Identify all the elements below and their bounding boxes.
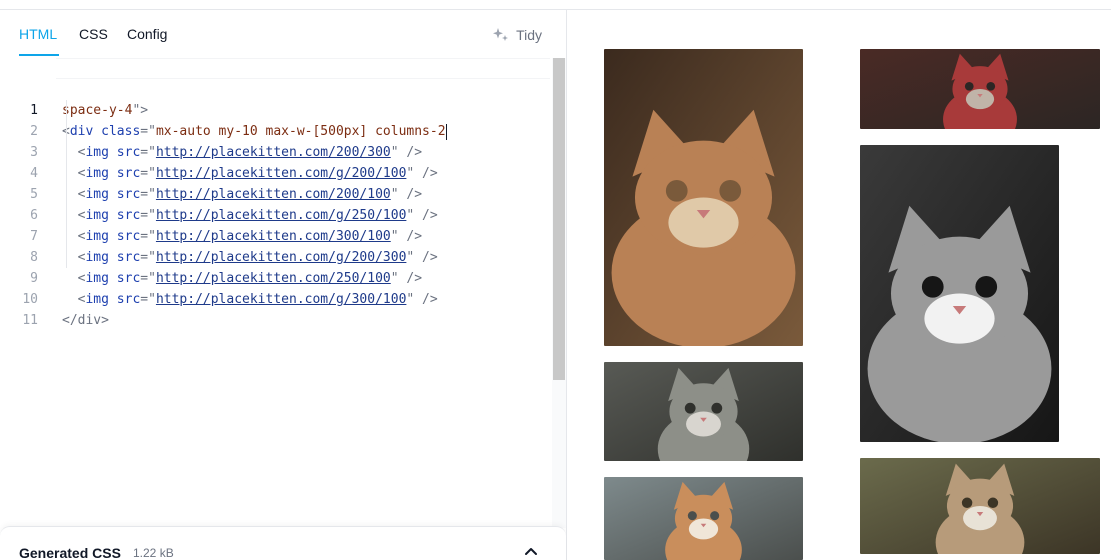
active-tab-indicator <box>19 54 59 56</box>
code-line: 9 <img src="http://placekitten.com/g/300… <box>0 247 552 307</box>
code-line: 10 </div> <box>0 268 552 328</box>
kitten-bw-portrait <box>860 145 1059 442</box>
kitten-orange-white <box>604 477 803 560</box>
preview-pane <box>567 10 1111 560</box>
kitten-tabby-lying <box>860 458 1100 554</box>
tab-config[interactable]: Config <box>127 26 167 42</box>
code-line: 4 <img src="http://placekitten.com/200/1… <box>0 142 552 202</box>
code-line: 3 <img src="http://placekitten.com/g/200… <box>0 121 552 181</box>
generated-css-size: 1.22 kB <box>133 546 174 560</box>
code-line-wrap: space-y-4"> <box>62 103 149 118</box>
code-line: 8 <img src="http://placekitten.com/250/1… <box>0 226 552 286</box>
sparkles-icon <box>492 26 510 44</box>
code-line: 2 <img src="http://placekitten.com/200/3… <box>0 100 552 160</box>
top-strip <box>0 0 1111 10</box>
code-line: 11 <box>0 289 552 328</box>
tab-html[interactable]: HTML <box>19 26 57 42</box>
div-close-tag: </div> <box>62 313 109 328</box>
line-number: 11 <box>22 313 38 328</box>
active-line-highlight <box>56 58 550 79</box>
code-line: 6 <img src="http://placekitten.com/300/1… <box>0 184 552 244</box>
editor-pane: HTML CSS Config Tidy 1 <div class="mx-au… <box>0 10 567 560</box>
kitten-grey-tabby <box>604 362 803 461</box>
code-line: 7 <img src="http://placekitten.com/g/200… <box>0 205 552 265</box>
editor-tabbar: HTML CSS Config Tidy <box>0 10 566 58</box>
tab-css[interactable]: CSS <box>79 26 108 42</box>
tidy-label: Tidy <box>516 27 542 43</box>
generated-css-panel[interactable]: Generated CSS 1.22 kB <box>0 526 566 560</box>
editor-scrollbar[interactable] <box>552 58 566 528</box>
chevron-up-icon[interactable] <box>524 543 538 560</box>
scrollbar-thumb[interactable] <box>553 58 565 380</box>
kitten-calico-closeup <box>604 49 803 346</box>
kitten-red-background <box>860 49 1100 129</box>
tidy-button[interactable]: Tidy <box>492 26 542 44</box>
code-line: 5 <img src="http://placekitten.com/g/250… <box>0 163 552 223</box>
code-editor[interactable]: 1 <div class="mx-auto my-10 max-w-[500px… <box>0 58 552 528</box>
generated-css-title: Generated CSS <box>19 545 121 560</box>
code-line: 1 <div class="mx-auto my-10 max-w-[500px… <box>0 58 552 140</box>
